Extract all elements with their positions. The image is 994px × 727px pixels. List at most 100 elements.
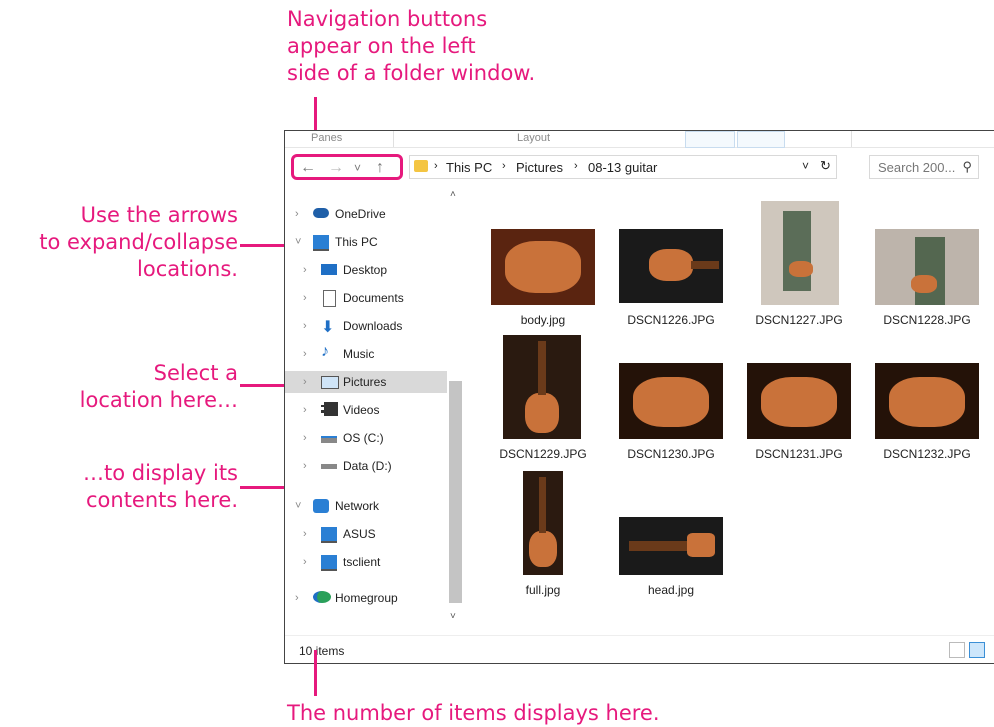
- guitar-body-image: [789, 261, 813, 277]
- file-name[interactable]: DSCN1226.JPG: [607, 313, 735, 327]
- recent-locations-chevron-icon[interactable]: ˅: [354, 161, 361, 175]
- guitar-body-image: [649, 249, 693, 281]
- breadcrumb-this-pc[interactable]: This PC: [446, 160, 492, 175]
- ribbon-separator: [851, 131, 852, 147]
- nav-item-tsclient[interactable]: › tsclient: [285, 551, 443, 573]
- file-thumbnail[interactable]: [619, 517, 723, 575]
- file-thumbnail[interactable]: [503, 335, 581, 439]
- callout-line: side of a folder window.: [287, 61, 536, 85]
- breadcrumb-pictures[interactable]: Pictures: [516, 160, 563, 175]
- breadcrumb-separator-icon: ›: [574, 160, 578, 172]
- nav-item-label: OS (C:): [343, 431, 384, 445]
- guitar-body-image: [505, 241, 581, 293]
- expand-chevron-icon[interactable]: ›: [303, 460, 307, 472]
- up-arrow-icon[interactable]: ↑: [376, 159, 384, 177]
- guitar-body-image: [889, 377, 965, 427]
- file-thumbnail[interactable]: [747, 363, 851, 439]
- file-thumbnail[interactable]: [523, 471, 563, 575]
- navigation-pane: › OneDrive ˅ This PC › Desktop › Documen…: [285, 187, 463, 627]
- guitar-body-image: [529, 531, 557, 567]
- computer-icon: [321, 527, 337, 543]
- nav-item-pictures[interactable]: › Pictures: [285, 371, 463, 393]
- expand-chevron-icon[interactable]: ›: [303, 320, 307, 332]
- file-name[interactable]: full.jpg: [479, 583, 607, 597]
- address-dropdown-icon[interactable]: ˅: [802, 159, 809, 173]
- nav-item-label: Pictures: [343, 375, 387, 389]
- expand-chevron-icon[interactable]: ›: [303, 376, 307, 388]
- file-explorer-window: Panes Layout ← → ˅ ↑ › This PC › Picture…: [284, 130, 994, 664]
- expand-chevron-icon[interactable]: ›: [303, 264, 307, 276]
- nav-item-documents[interactable]: › Documents: [285, 287, 443, 309]
- nav-item-asus[interactable]: › ASUS: [285, 523, 443, 545]
- scroll-thumb[interactable]: [449, 381, 462, 603]
- refresh-icon[interactable]: ↻: [820, 158, 831, 174]
- forward-arrow-icon[interactable]: →: [328, 159, 344, 177]
- nav-item-label: Data (D:): [343, 459, 392, 473]
- callout-arrows: Use the arrows to expand/collapse locati…: [0, 202, 238, 283]
- search-input[interactable]: Search 200... ⚲: [869, 155, 979, 179]
- callout-navigation-buttons: Navigation buttons appear on the left si…: [287, 6, 535, 87]
- breadcrumb-separator-icon: ›: [502, 160, 506, 172]
- callout-line: …to display its: [82, 461, 238, 485]
- file-name[interactable]: DSCN1231.JPG: [735, 447, 863, 461]
- file-name[interactable]: head.jpg: [607, 583, 735, 597]
- nav-item-data-d[interactable]: › Data (D:): [285, 455, 443, 477]
- callout-line: appear on the left: [287, 34, 476, 58]
- expand-chevron-icon[interactable]: ›: [303, 292, 307, 304]
- file-name[interactable]: DSCN1229.JPG: [479, 447, 607, 461]
- video-icon: [321, 402, 338, 416]
- callout-select: Select a location here…: [0, 360, 238, 414]
- file-name[interactable]: DSCN1228.JPG: [863, 313, 991, 327]
- details-view-icon[interactable]: [949, 642, 965, 658]
- ribbon: Panes Layout: [285, 131, 994, 148]
- nav-item-onedrive[interactable]: › OneDrive: [285, 203, 443, 225]
- file-thumbnail[interactable]: [875, 229, 979, 305]
- expand-chevron-icon[interactable]: ›: [303, 348, 307, 360]
- folder-icon: [414, 160, 428, 172]
- file-thumbnail[interactable]: [875, 363, 979, 439]
- nav-item-desktop[interactable]: › Desktop: [285, 259, 443, 281]
- expand-chevron-icon[interactable]: ›: [295, 592, 299, 604]
- expand-chevron-icon[interactable]: ›: [303, 556, 307, 568]
- nav-item-network[interactable]: ˅ Network: [285, 495, 443, 517]
- network-icon: [313, 499, 329, 513]
- nav-item-label: ASUS: [343, 527, 376, 541]
- scroll-up-icon[interactable]: ˄: [450, 189, 456, 200]
- nav-item-this-pc[interactable]: ˅ This PC: [285, 231, 443, 253]
- collapse-chevron-icon[interactable]: ˅: [295, 500, 301, 512]
- nav-item-label: Homegroup: [335, 591, 398, 605]
- nav-item-homegroup[interactable]: › Homegroup: [285, 587, 443, 609]
- file-name[interactable]: DSCN1230.JPG: [607, 447, 735, 461]
- file-thumbnail[interactable]: [761, 201, 839, 305]
- nav-item-os-c[interactable]: › OS (C:): [285, 427, 443, 449]
- file-name[interactable]: DSCN1232.JPG: [863, 447, 991, 461]
- address-path[interactable]: › This PC › Pictures › 08-13 guitar ˅ ↻: [409, 155, 837, 179]
- expand-chevron-icon[interactable]: ›: [303, 528, 307, 540]
- ribbon-layout-label: Layout: [517, 132, 551, 144]
- guitar-body-image: [911, 275, 937, 293]
- expand-chevron-icon[interactable]: ›: [303, 432, 307, 444]
- file-name[interactable]: DSCN1227.JPG: [735, 313, 863, 327]
- ribbon-layout-option[interactable]: [737, 131, 785, 148]
- nav-item-music[interactable]: › ♪ Music: [285, 343, 443, 365]
- item-count: 10 items: [299, 644, 345, 658]
- file-name[interactable]: body.jpg: [479, 313, 607, 327]
- nav-item-downloads[interactable]: › ⬇ Downloads: [285, 315, 443, 337]
- file-thumbnail[interactable]: [619, 363, 723, 439]
- file-thumbnail[interactable]: [491, 229, 595, 305]
- guitar-body-image: [525, 393, 559, 433]
- homegroup-icon: [313, 591, 331, 603]
- back-arrow-icon[interactable]: ←: [300, 159, 316, 177]
- collapse-chevron-icon[interactable]: ˅: [295, 236, 301, 248]
- ribbon-layout-option[interactable]: [685, 131, 735, 148]
- expand-chevron-icon[interactable]: ›: [295, 208, 299, 220]
- breadcrumb-separator-icon: ›: [434, 160, 438, 172]
- folder-contents: body.jpg DSCN1226.JPG DSCN1227.JPG DSCN1…: [467, 187, 994, 627]
- large-icons-view-icon[interactable]: [969, 642, 985, 658]
- nav-item-videos[interactable]: › Videos: [285, 399, 443, 421]
- file-thumbnail[interactable]: [619, 229, 723, 303]
- scroll-down-icon[interactable]: ˅: [450, 611, 456, 622]
- cloud-icon: [313, 208, 329, 218]
- breadcrumb-current-folder[interactable]: 08-13 guitar: [588, 160, 657, 175]
- expand-chevron-icon[interactable]: ›: [303, 404, 307, 416]
